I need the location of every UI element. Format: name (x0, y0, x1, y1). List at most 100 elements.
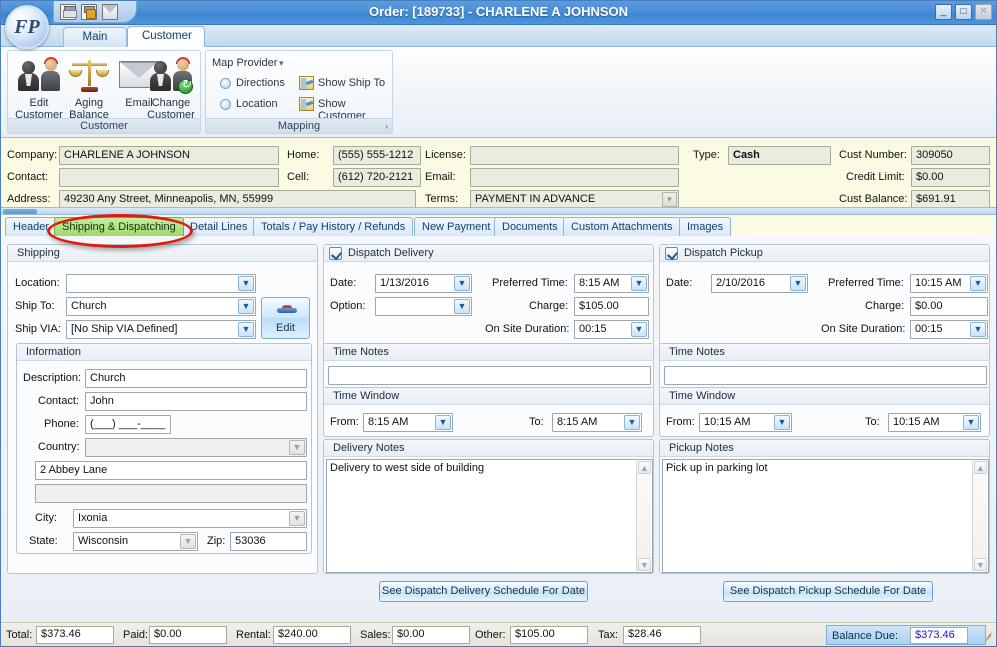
ship-to-field[interactable]: Church ▼ (66, 297, 256, 316)
ship-to-dropdown-arrow[interactable]: ▼ (238, 299, 254, 314)
pickup-window-from-field[interactable]: 10:15 AM ▼ (699, 413, 792, 432)
pickup-preferred-time-field[interactable]: 10:15 AM ▼ (910, 274, 988, 293)
tab-shipping-dispatching[interactable]: Shipping & Dispatching (54, 217, 184, 236)
radio-location[interactable] (220, 99, 231, 110)
tab-new-payment[interactable]: New Payment (414, 217, 499, 236)
pickup-notes-textarea[interactable]: Pick up in parking lot ▲ ▼ (662, 459, 989, 573)
cell-phone-field[interactable]: (612) 720-2121 (333, 168, 421, 187)
zip-field[interactable]: 53036 (230, 532, 307, 551)
radio-directions-label[interactable]: Directions (236, 77, 285, 89)
pickup-window-from-dropdown-arrow[interactable]: ▼ (774, 415, 790, 430)
map-icon-ship-to[interactable] (299, 76, 314, 90)
pickup-charge-field[interactable]: $0.00 (910, 297, 988, 316)
address-line2-field[interactable] (35, 484, 307, 503)
delivery-preferred-time-dropdown-arrow[interactable]: ▼ (631, 276, 647, 291)
see-pickup-schedule-button[interactable]: See Dispatch Pickup Schedule For Date (723, 581, 933, 602)
cust-number-field[interactable]: 309050 (911, 146, 990, 165)
country-field[interactable]: ▼ (85, 438, 307, 457)
dispatch-delivery-checkbox[interactable] (329, 247, 342, 260)
close-button[interactable]: ✕ (975, 4, 992, 20)
delivery-window-to-field[interactable]: 8:15 AM ▼ (552, 413, 642, 432)
address-line1-field[interactable]: 2 Abbey Lane (35, 461, 307, 480)
scroll-down-icon[interactable]: ▼ (638, 558, 651, 571)
radio-location-label[interactable]: Location (236, 98, 278, 110)
company-field[interactable]: CHARLENE A JOHNSON (59, 146, 279, 165)
country-dropdown-arrow[interactable]: ▼ (289, 440, 305, 455)
tab-documents[interactable]: Documents (494, 217, 566, 236)
scroll-up-icon[interactable]: ▲ (638, 461, 651, 474)
pickup-preferred-time-dropdown-arrow[interactable]: ▼ (970, 276, 986, 291)
delivery-time-notes-field[interactable] (328, 366, 651, 385)
city-dropdown-arrow[interactable]: ▼ (289, 511, 305, 526)
tab-totals-pay-history-refunds[interactable]: Totals / Pay History / Refunds (253, 217, 414, 236)
pickup-onsite-duration-dropdown-arrow[interactable]: ▼ (970, 322, 986, 337)
header-scrollbar-thumb[interactable] (3, 209, 37, 214)
location-field[interactable]: ▼ (66, 274, 256, 293)
city-field[interactable]: Ixonia ▼ (73, 509, 307, 528)
home-phone-field[interactable]: (555) 555-1212 (333, 146, 421, 165)
ribbon-tab-main[interactable]: Main (63, 27, 127, 47)
edit-ship-to-button[interactable]: Edit (261, 297, 310, 339)
resize-grip-icon[interactable] (982, 629, 994, 642)
map-icon-customer[interactable] (299, 97, 314, 111)
ship-via-dropdown-arrow[interactable]: ▼ (238, 322, 254, 337)
see-delivery-schedule-button[interactable]: See Dispatch Delivery Schedule For Date (379, 581, 588, 602)
delivery-option-field[interactable]: ▼ (375, 297, 472, 316)
delivery-window-from-field[interactable]: 8:15 AM ▼ (363, 413, 453, 432)
delivery-date-dropdown-arrow[interactable]: ▼ (454, 276, 470, 291)
credit-limit-field[interactable]: $0.00 (911, 168, 990, 187)
ship-phone-field[interactable]: (___) ___-____ (85, 415, 171, 434)
delivery-preferred-time-field[interactable]: 8:15 AM ▼ (574, 274, 649, 293)
pickup-window-to-dropdown-arrow[interactable]: ▼ (963, 415, 979, 430)
pickup-date-field[interactable]: 2/10/2016 ▼ (711, 274, 808, 293)
delivery-onsite-duration-dropdown-arrow[interactable]: ▼ (631, 322, 647, 337)
scroll-up-icon[interactable]: ▲ (974, 461, 987, 474)
delivery-notes-textarea[interactable]: Delivery to west side of building ▲ ▼ (326, 459, 653, 573)
delivery-charge-field[interactable]: $105.00 (574, 297, 649, 316)
customer-header-panel: Company: CHARLENE A JOHNSON Contact: Add… (1, 138, 996, 215)
tab-images[interactable]: Images (679, 217, 732, 236)
license-field[interactable] (470, 146, 679, 165)
state-field[interactable]: Wisconsin ▼ (73, 532, 198, 551)
change-customer-button[interactable]: Change Customer (143, 55, 199, 121)
tax-label: Tax: (598, 629, 619, 641)
pickup-time-notes-field[interactable] (664, 366, 987, 385)
chevron-down-icon[interactable]: ▾ (279, 58, 284, 69)
aging-balance-button[interactable]: Aging Balance (61, 55, 117, 121)
ribbon-group-mapping: Map Provider ▾ Directions Location Show … (205, 50, 393, 134)
pickup-notes-scrollbar[interactable]: ▲ ▼ (972, 461, 987, 571)
ribbon-tab-customer[interactable]: Customer (127, 26, 205, 48)
contact-field[interactable] (59, 168, 279, 187)
description-field[interactable]: Church (85, 369, 307, 388)
delivery-window-to-dropdown-arrow[interactable]: ▼ (624, 415, 640, 430)
type-field[interactable]: Cash (728, 146, 831, 165)
terms-dropdown-arrow[interactable]: ▼ (662, 192, 677, 207)
header-scrollbar[interactable] (1, 207, 996, 215)
state-dropdown-arrow[interactable]: ▼ (180, 534, 196, 549)
edit-customer-button[interactable]: Edit Customer (11, 55, 67, 121)
ship-contact-field[interactable]: John (85, 392, 307, 411)
map-provider-label[interactable]: Map Provider (212, 57, 277, 69)
location-dropdown-arrow[interactable]: ▼ (238, 276, 254, 291)
email-field[interactable] (470, 168, 679, 187)
scroll-down-icon[interactable]: ▼ (974, 558, 987, 571)
show-ship-to-label[interactable]: Show Ship To (318, 77, 385, 89)
tab-custom-attachments[interactable]: Custom Attachments (563, 217, 681, 236)
pickup-window-to-field[interactable]: 10:15 AM ▼ (888, 413, 981, 432)
delivery-date-field[interactable]: 1/13/2016 ▼ (375, 274, 472, 293)
minimize-button[interactable]: _ (935, 4, 952, 20)
tab-detail-lines[interactable]: Detail Lines (182, 217, 256, 236)
maximize-button[interactable]: □ (955, 4, 972, 20)
radio-directions[interactable] (220, 78, 231, 89)
pickup-onsite-duration-field[interactable]: 00:15 ▼ (910, 320, 988, 339)
delivery-onsite-duration-value: 00:15 (579, 323, 607, 335)
delivery-notes-scrollbar[interactable]: ▲ ▼ (636, 461, 651, 571)
dispatch-pickup-checkbox[interactable] (665, 247, 678, 260)
ribbon-group-expand-icon[interactable]: › (385, 119, 388, 133)
tab-header[interactable]: Header (5, 217, 58, 236)
delivery-window-from-dropdown-arrow[interactable]: ▼ (435, 415, 451, 430)
delivery-option-dropdown-arrow[interactable]: ▼ (454, 299, 470, 314)
pickup-date-dropdown-arrow[interactable]: ▼ (790, 276, 806, 291)
ship-via-field[interactable]: [No Ship VIA Defined] ▼ (66, 320, 256, 339)
delivery-onsite-duration-field[interactable]: 00:15 ▼ (574, 320, 649, 339)
